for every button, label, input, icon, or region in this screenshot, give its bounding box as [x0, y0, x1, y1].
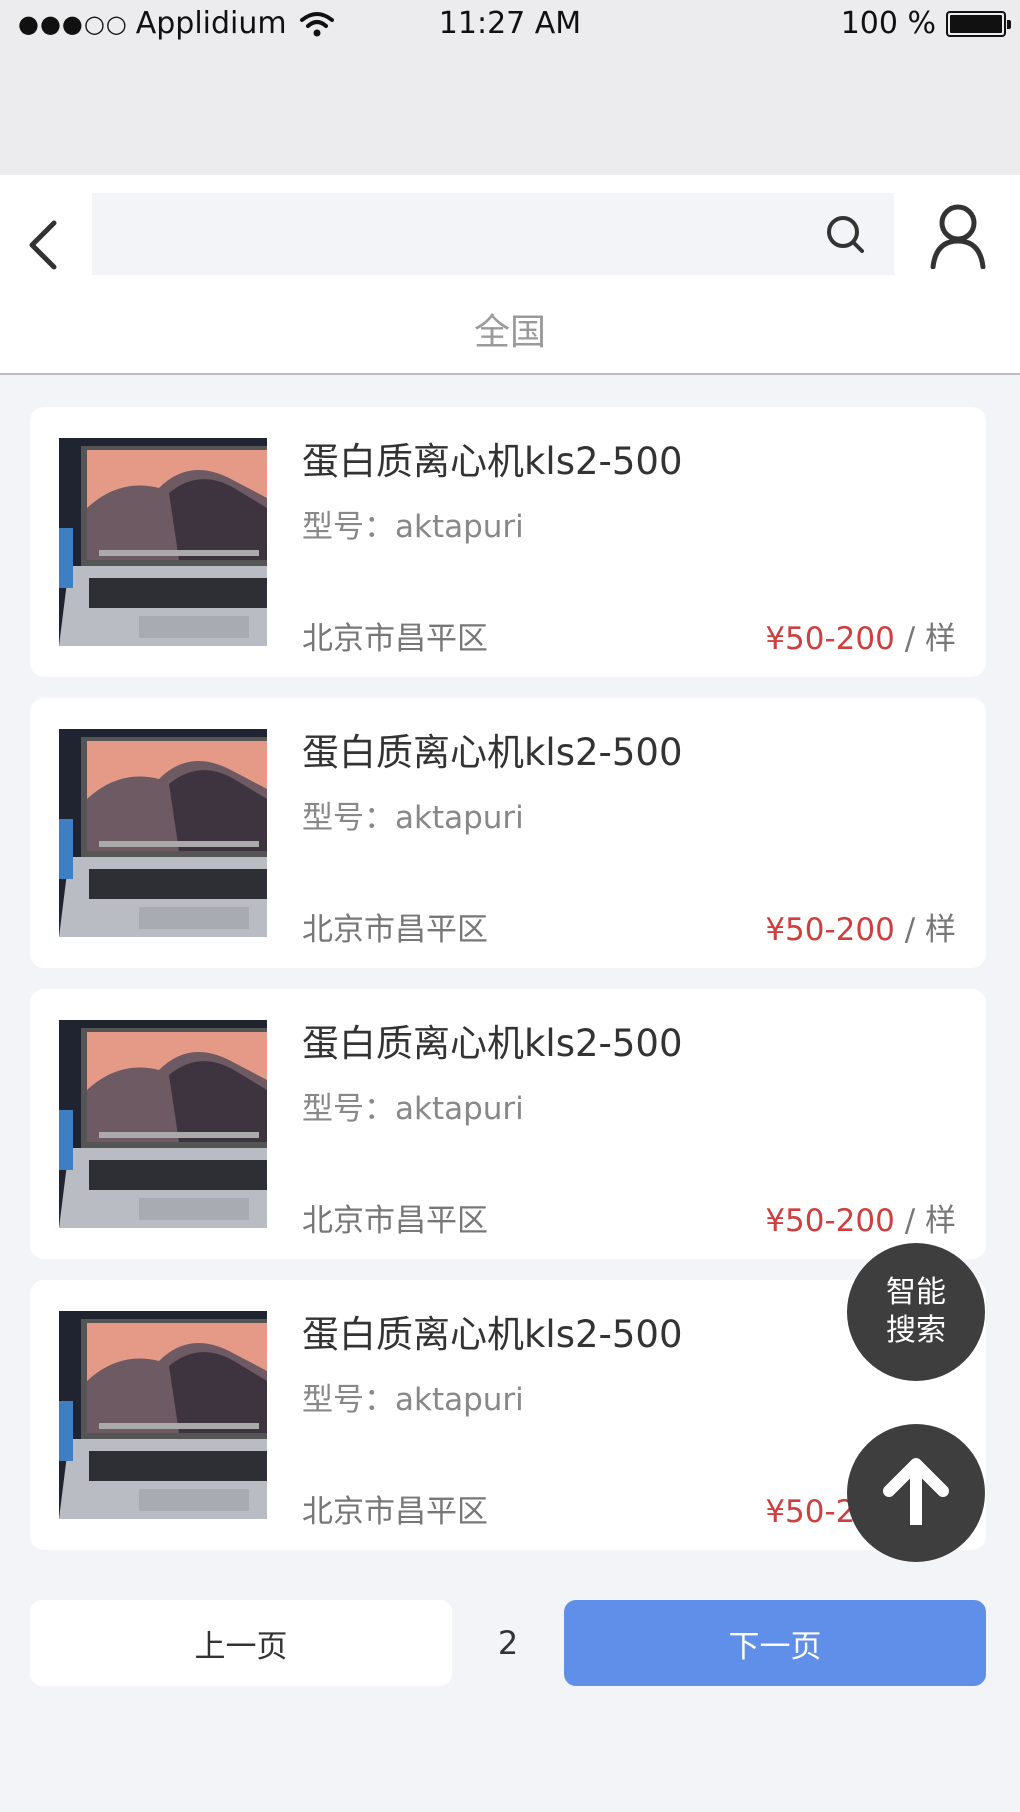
product-location: 北京市昌平区	[302, 1203, 488, 1239]
search-icon[interactable]	[824, 213, 868, 257]
product-model: 型号：aktapuri	[302, 509, 524, 545]
product-card[interactable]: 蛋白质离心机kls2-500 型号：aktapuri 北京市昌平区 ¥50-20…	[30, 1280, 986, 1550]
product-location: 北京市昌平区	[302, 621, 488, 657]
product-model: 型号：aktapuri	[302, 1091, 524, 1127]
smart-search-label-line2: 搜索	[886, 1313, 946, 1348]
product-title: 蛋白质离心机kls2-500	[302, 1313, 683, 1356]
product-card[interactable]: 蛋白质离心机kls2-500 型号：aktapuri 北京市昌平区 ¥50-20…	[30, 407, 986, 677]
product-price: ¥50-200 / 样	[765, 904, 956, 949]
current-page-number: 2	[497, 1624, 519, 1662]
product-card[interactable]: 蛋白质离心机kls2-500 型号：aktapuri 北京市昌平区 ¥50-20…	[30, 989, 986, 1259]
status-bar: ●●●○○ Applidium 11:27 AM 100 %	[0, 0, 1020, 175]
product-image	[59, 1020, 267, 1228]
smart-search-button[interactable]: 智能 搜索	[847, 1243, 985, 1381]
product-image	[59, 438, 267, 646]
price-value: ¥50-200	[765, 621, 895, 657]
product-location: 北京市昌平区	[302, 912, 488, 948]
product-price: ¥50-200 / 样	[765, 613, 956, 658]
back-arrow-icon[interactable]	[24, 205, 66, 275]
product-location: 北京市昌平区	[302, 1494, 488, 1530]
product-title: 蛋白质离心机kls2-500	[302, 731, 683, 774]
price-unit: / 样	[894, 621, 956, 657]
prev-page-button[interactable]: 上一页	[30, 1600, 452, 1686]
product-title: 蛋白质离心机kls2-500	[302, 1022, 683, 1065]
product-image	[59, 1311, 267, 1519]
product-title: 蛋白质离心机kls2-500	[302, 440, 683, 483]
battery-icon	[946, 10, 1011, 37]
next-page-button[interactable]: 下一页	[564, 1600, 986, 1686]
product-price: ¥50-200 / 样	[765, 1195, 956, 1240]
price-unit: / 样	[894, 912, 956, 948]
status-right: 100 %	[840, 6, 1011, 41]
price-unit: / 样	[894, 1203, 956, 1239]
region-selector[interactable]: 全国	[0, 303, 1020, 355]
product-model: 型号：aktapuri	[302, 800, 524, 836]
user-icon[interactable]	[928, 203, 988, 269]
battery-percent: 100 %	[840, 6, 936, 41]
price-value: ¥50-200	[765, 1203, 895, 1239]
back-to-top-button[interactable]	[847, 1424, 985, 1562]
arrow-up-icon	[883, 1458, 949, 1525]
search-input[interactable]	[92, 193, 894, 275]
product-image	[59, 729, 267, 937]
product-card[interactable]: 蛋白质离心机kls2-500 型号：aktapuri 北京市昌平区 ¥50-20…	[30, 698, 986, 968]
smart-search-label-line1: 智能	[886, 1275, 946, 1310]
header: 全国	[0, 175, 1020, 375]
price-value: ¥50-200	[765, 912, 895, 948]
product-model: 型号：aktapuri	[302, 1382, 524, 1418]
